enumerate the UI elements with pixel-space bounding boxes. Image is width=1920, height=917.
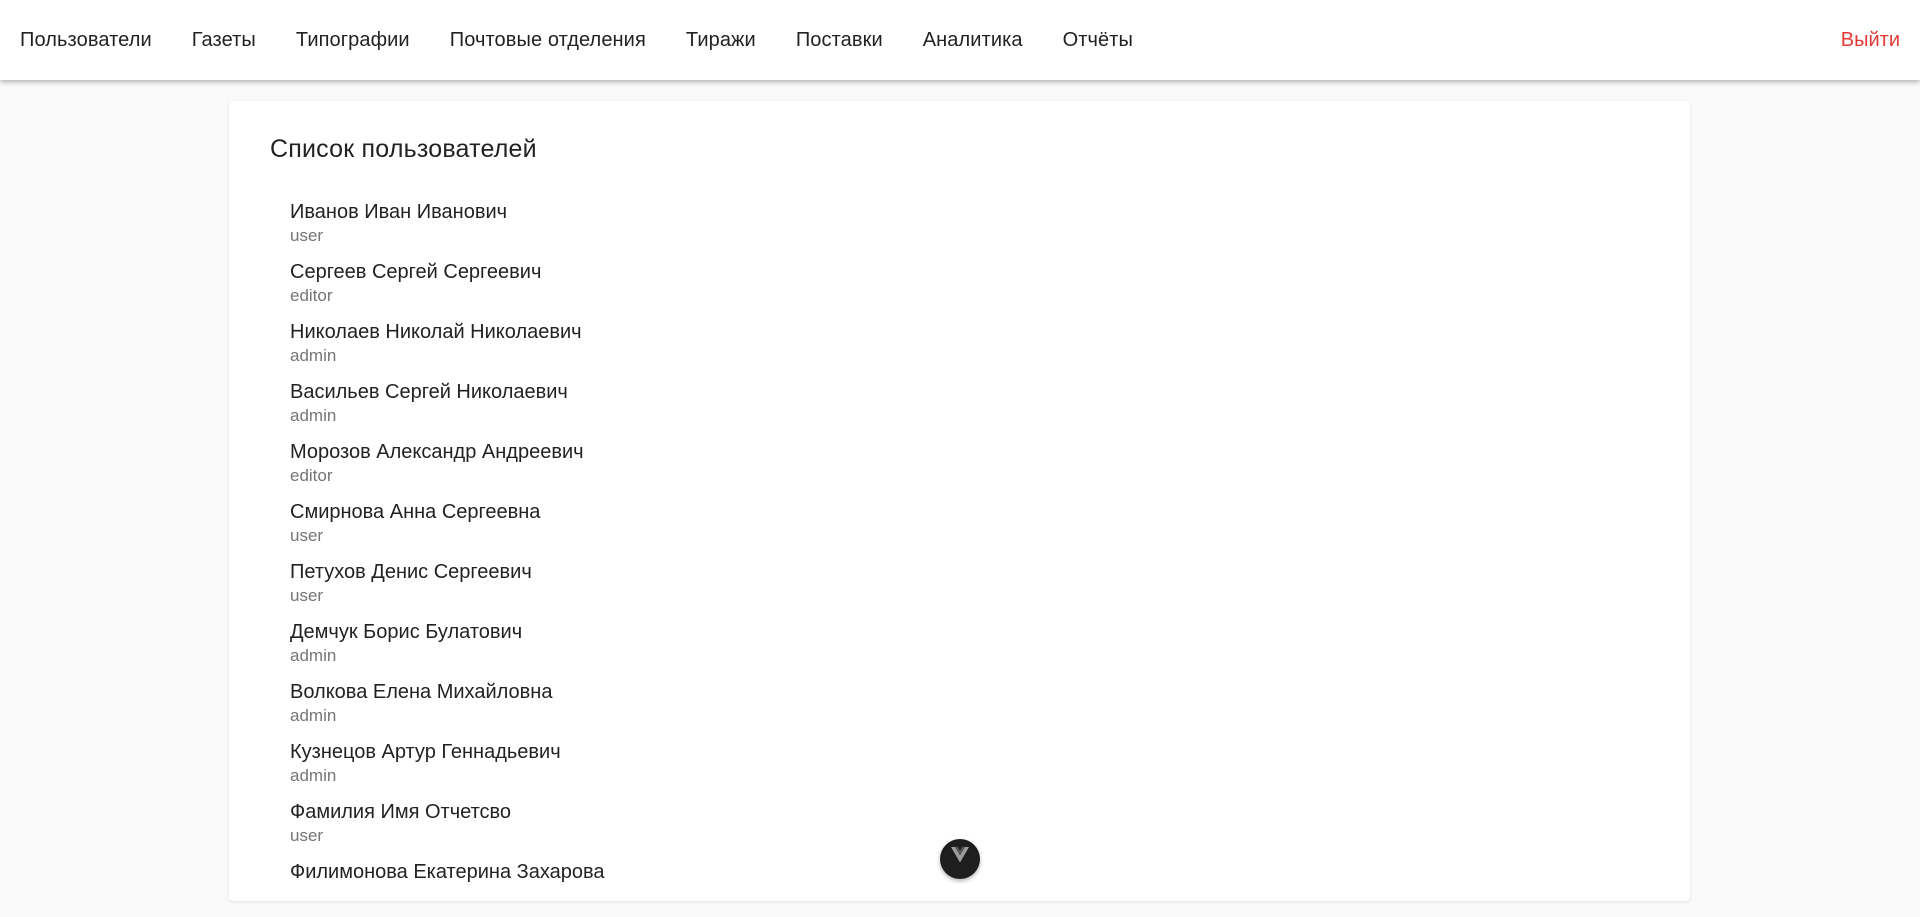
user-list: Иванов Иван Иванович user Сергеев Сергей… bbox=[290, 197, 605, 917]
nav-item-deliveries[interactable]: Поставки bbox=[796, 29, 883, 52]
list-item[interactable]: Демчук Борис Булатович admin bbox=[290, 617, 605, 677]
user-role: user bbox=[290, 586, 324, 605]
user-name: Сергеев Сергей Сергеевич bbox=[290, 261, 542, 283]
nav-item-newspapers[interactable]: Газеты bbox=[192, 29, 256, 52]
list-item[interactable]: Филимонова Екатерина Захарова bbox=[290, 857, 605, 917]
user-role: admin bbox=[290, 346, 337, 365]
user-name: Петухов Денис Сергеевич bbox=[290, 561, 532, 583]
nav-item-users[interactable]: Пользователи bbox=[20, 29, 152, 52]
user-name: Морозов Александр Андреевич bbox=[290, 441, 584, 463]
user-name: Волкова Елена Михайловна bbox=[290, 681, 553, 703]
user-name: Васильев Сергей Николаевич bbox=[290, 381, 568, 403]
list-item[interactable]: Волкова Елена Михайловна admin bbox=[290, 677, 605, 737]
user-name: Смирнова Анна Сергеевна bbox=[290, 501, 541, 523]
top-navigation-bar: Пользователи Газеты Типографии Почтовые … bbox=[0, 0, 1920, 80]
user-role: admin bbox=[290, 406, 337, 425]
list-item[interactable]: Смирнова Анна Сергеевна user bbox=[290, 497, 605, 557]
user-role: editor bbox=[290, 466, 333, 485]
user-name: Кузнецов Артур Геннадьевич bbox=[290, 741, 561, 763]
user-role: user bbox=[290, 226, 324, 245]
nav-item-post-offices[interactable]: Почтовые отделения bbox=[450, 29, 646, 52]
user-name: Демчук Борис Булатович bbox=[290, 621, 523, 643]
nav-item-circulations[interactable]: Тиражи bbox=[686, 29, 756, 52]
user-role: admin bbox=[290, 706, 337, 725]
user-role: editor bbox=[290, 286, 333, 305]
nav-item-analytics[interactable]: Аналитика bbox=[923, 29, 1023, 52]
user-name: Филимонова Екатерина Захарова bbox=[290, 861, 605, 883]
users-card: Список пользователей Иванов Иван Иванови… bbox=[229, 101, 1690, 901]
user-name: Николаев Николай Николаевич bbox=[290, 321, 582, 343]
list-item[interactable]: Васильев Сергей Николаевич admin bbox=[290, 377, 605, 437]
user-role: user bbox=[290, 826, 324, 845]
main-nav: Пользователи Газеты Типографии Почтовые … bbox=[0, 0, 1173, 80]
user-role: user bbox=[290, 526, 324, 545]
page-title: Список пользователей bbox=[270, 135, 537, 163]
nav-item-reports[interactable]: Отчёты bbox=[1063, 29, 1133, 52]
list-item[interactable]: Кузнецов Артур Геннадьевич admin bbox=[290, 737, 605, 797]
user-role: admin bbox=[290, 646, 337, 665]
logout-link[interactable]: Выйти bbox=[1841, 0, 1900, 80]
list-item[interactable]: Сергеев Сергей Сергеевич editor bbox=[290, 257, 605, 317]
list-item[interactable]: Николаев Николай Николаевич admin bbox=[290, 317, 605, 377]
user-role: admin bbox=[290, 766, 337, 785]
devtools-button[interactable] bbox=[940, 839, 980, 879]
user-name: Фамилия Имя Отчетсво bbox=[290, 801, 512, 823]
list-item[interactable]: Петухов Денис Сергеевич user bbox=[290, 557, 605, 617]
user-name: Иванов Иван Иванович bbox=[290, 201, 508, 223]
list-item[interactable]: Иванов Иван Иванович user bbox=[290, 197, 605, 257]
vue-logo-icon bbox=[951, 847, 969, 863]
list-item[interactable]: Фамилия Имя Отчетсво user bbox=[290, 797, 605, 857]
nav-item-printing-houses[interactable]: Типографии bbox=[296, 29, 410, 52]
list-item[interactable]: Морозов Александр Андреевич editor bbox=[290, 437, 605, 497]
